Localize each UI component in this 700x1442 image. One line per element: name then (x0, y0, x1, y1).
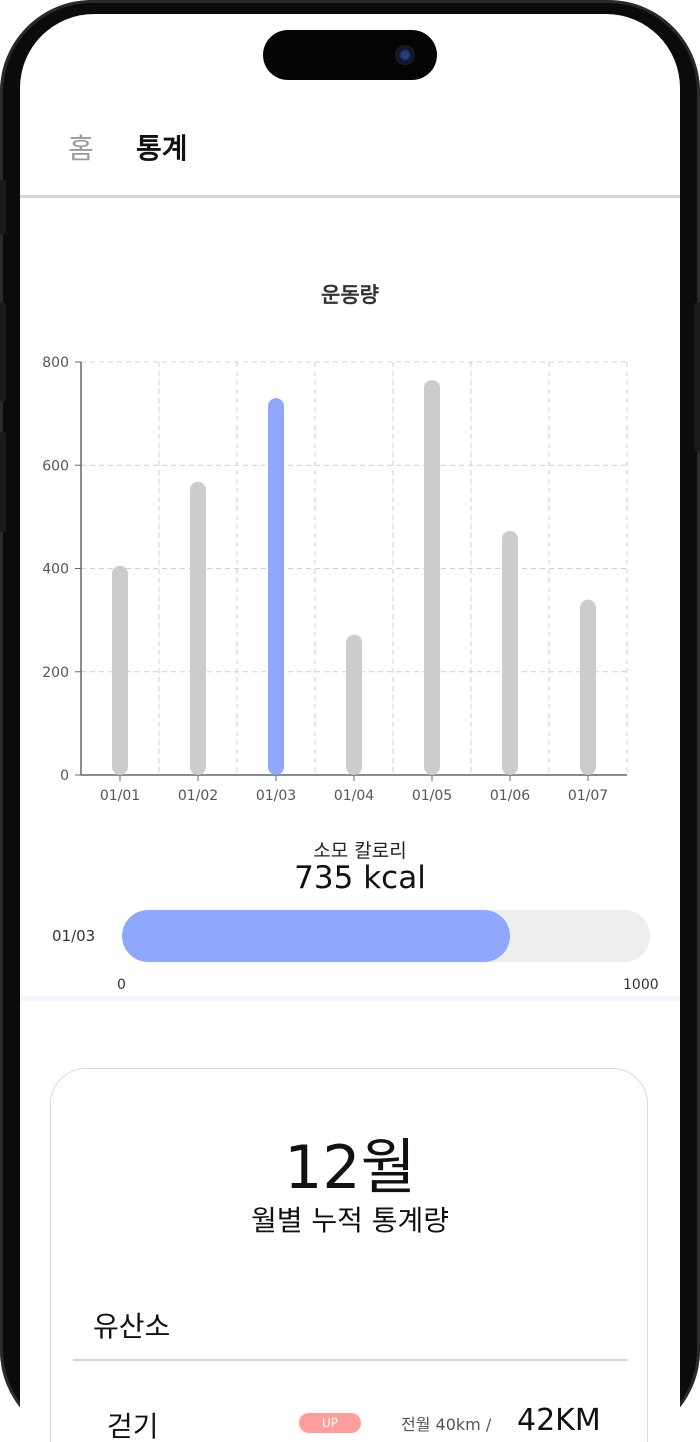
bar-01-03 (268, 398, 284, 775)
x-tick-label: 01/04 (334, 788, 374, 804)
bar-01-04 (346, 634, 362, 775)
action-button (0, 180, 6, 235)
x-tick-label: 01/05 (412, 788, 452, 804)
top-navigation: 홈 통계 (20, 114, 680, 198)
card-divider (73, 1359, 627, 1361)
screen: 홈 통계 운동량 0 200 400 600 800 01/01 01/02 01/03 01/… (20, 14, 680, 1442)
activity-value: 42KM (517, 1403, 601, 1438)
calories-value: 735 kcal (294, 860, 426, 896)
y-tick-label: 600 (42, 458, 69, 474)
progress-min-label: 0 (117, 977, 126, 993)
camera-icon (395, 45, 415, 65)
bar-01-05 (424, 380, 440, 775)
power-button (694, 302, 700, 452)
calories-label: 소모 칼로리 (313, 840, 407, 862)
previous-month-text: 전월 40km / (401, 1415, 492, 1434)
section-divider (20, 996, 680, 1001)
y-tick-label: 400 (42, 562, 69, 578)
bar-01-01 (112, 565, 128, 775)
x-tick-label: 01/02 (178, 788, 218, 804)
up-badge: UP (299, 1413, 361, 1433)
chart-title: 운동량 (321, 283, 379, 307)
bar-01-06 (502, 530, 518, 775)
x-tick-label: 01/06 (490, 788, 530, 804)
y-tick-label: 200 (42, 665, 69, 681)
volume-down-button (0, 432, 6, 532)
volume-up-button (0, 302, 6, 402)
progress-max-label: 1000 (623, 977, 659, 993)
y-tick-label: 0 (60, 768, 69, 784)
bar-01-07 (580, 599, 596, 775)
x-tick-label: 01/07 (568, 788, 608, 804)
y-tick-label: 800 (42, 355, 69, 371)
activity-label: 걷기 (107, 1410, 159, 1442)
dynamic-island (263, 30, 437, 80)
x-tick-label: 01/03 (256, 788, 296, 804)
tab-statistics[interactable]: 통계 (136, 127, 188, 167)
month-subtitle: 월별 누적 통계량 (250, 1204, 450, 1237)
category-title: 유산소 (93, 1310, 171, 1343)
exercise-bar-chart: 0 200 400 600 800 01/01 01/02 01/03 01/04 01/05 01… (42, 355, 628, 804)
calorie-progress-track (122, 910, 650, 962)
monthly-stats-card: 12월 월별 누적 통계량 유산소 걷기 UP 전월 40km / 42KM (50, 1068, 648, 1442)
bar-01-02 (190, 481, 206, 775)
tab-home[interactable]: 홈 (68, 127, 94, 167)
progress-date: 01/03 (52, 927, 96, 945)
month-title: 12월 (284, 1133, 416, 1203)
calorie-progress-fill (122, 910, 511, 962)
x-tick-label: 01/01 (100, 788, 140, 804)
phone-frame: 홈 통계 운동량 0 200 400 600 800 01/01 01/02 01/03 01/… (0, 0, 700, 1442)
